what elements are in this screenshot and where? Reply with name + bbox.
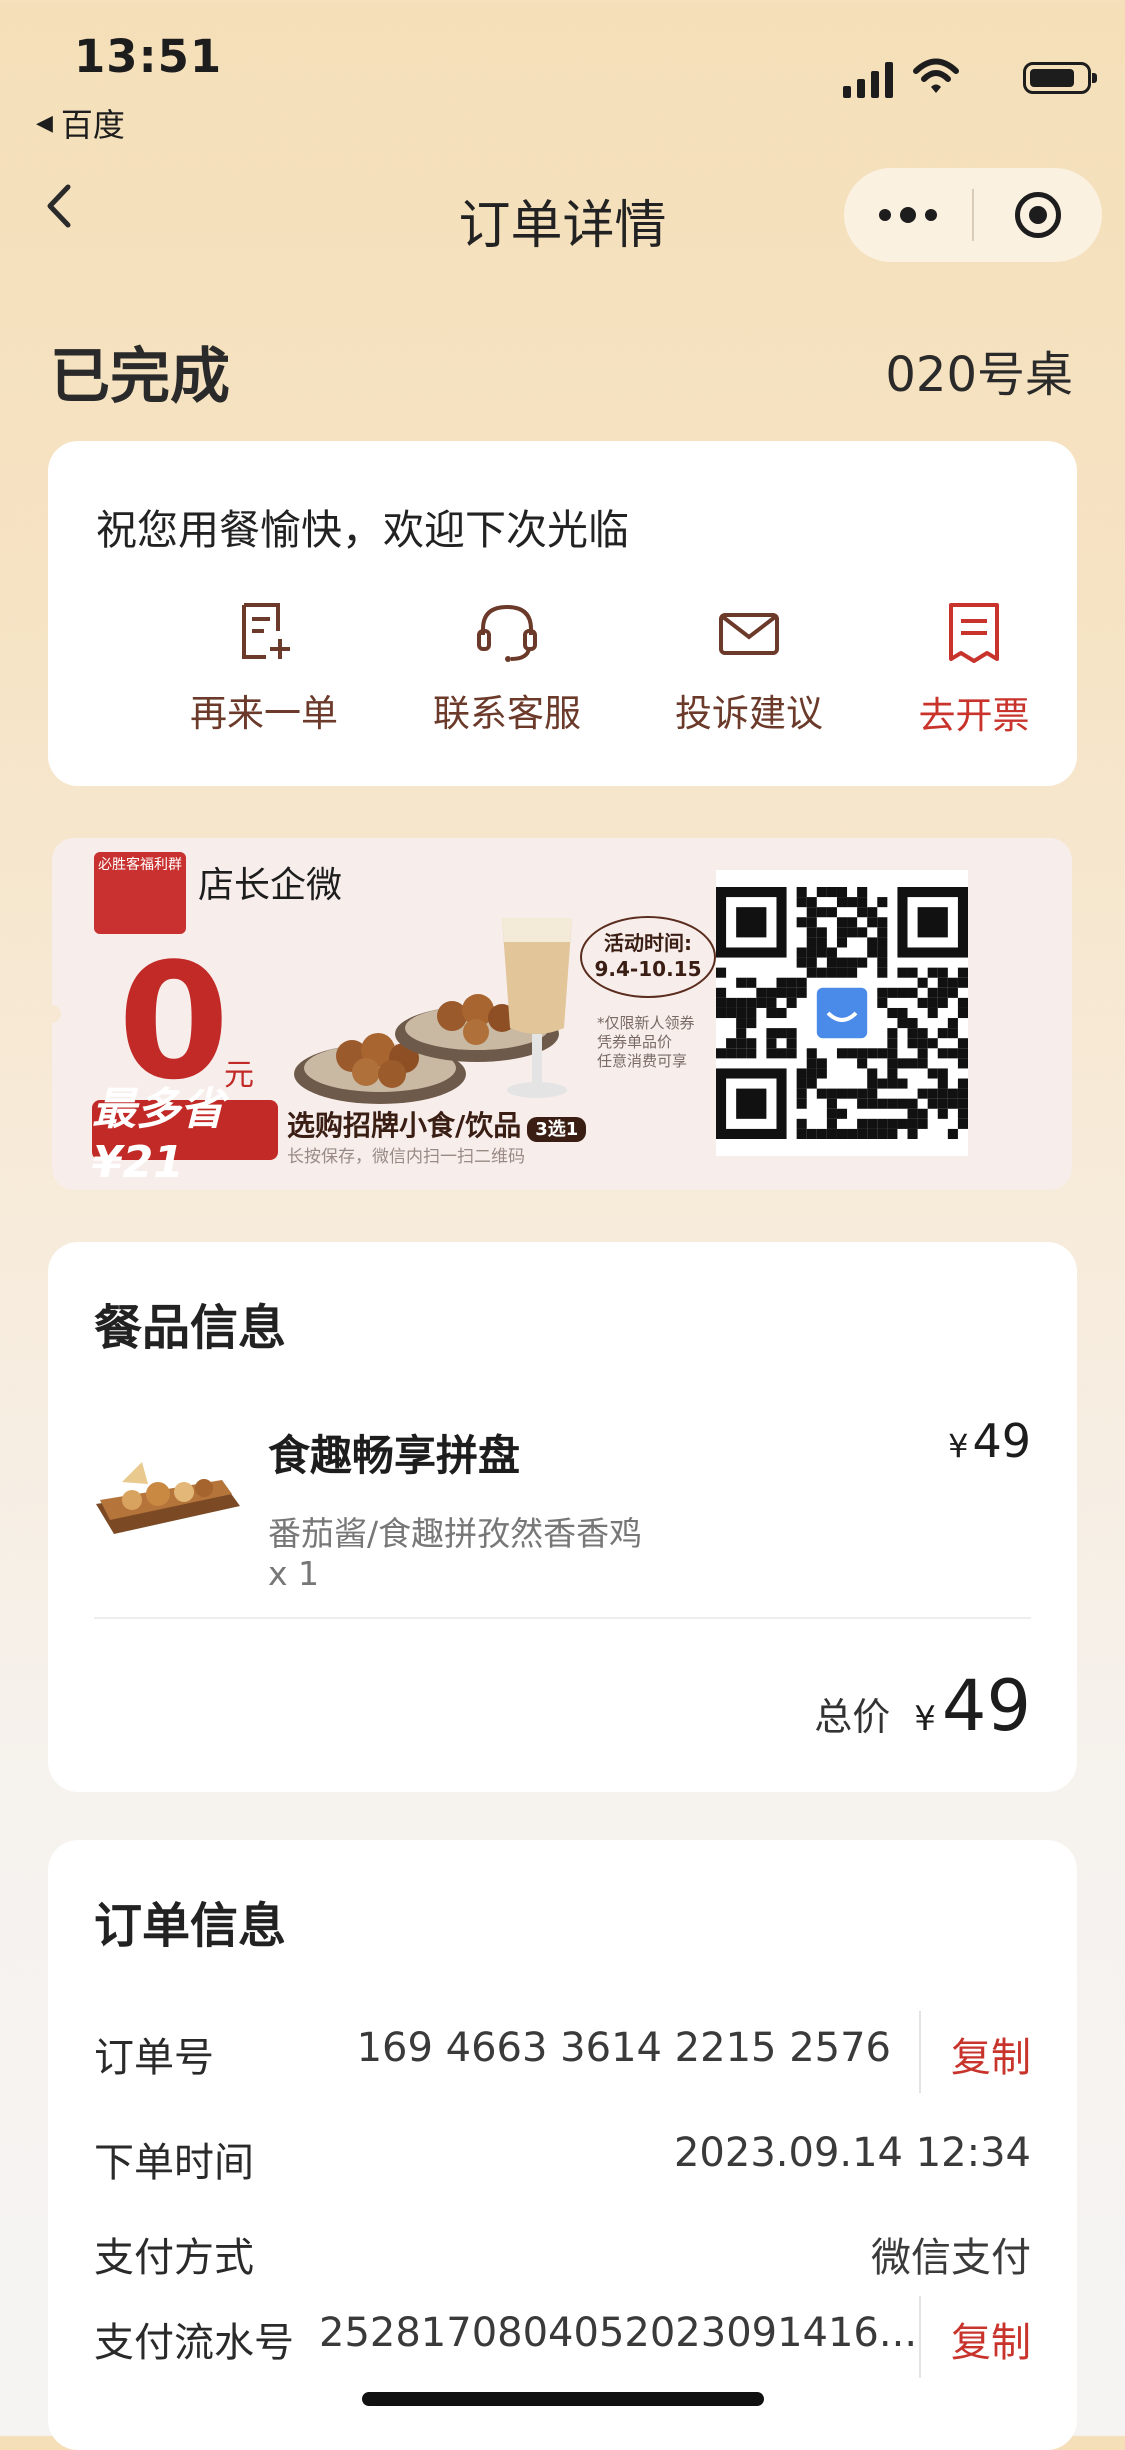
pay-method-label: 支付方式: [94, 2235, 254, 2281]
mail-icon: [719, 613, 779, 655]
table-number: 020号桌: [885, 347, 1073, 403]
reorder-label: 再来一单: [190, 692, 338, 735]
promo-pick-text: 选购招牌小食/饮品 3选1: [287, 1104, 587, 1144]
order-status: 已完成: [50, 342, 230, 412]
pay-serial-row: 支付流水号 2528170804052023091416... 复制: [94, 2296, 1031, 2378]
invoice-button[interactable]: 去开票: [874, 601, 1074, 739]
item-price: ¥49: [948, 1414, 1031, 1468]
greeting-text: 祝您用餐愉快，欢迎下次光临: [96, 506, 629, 554]
wifi-icon: [913, 58, 959, 93]
divider: [94, 1617, 1031, 1619]
back-app-label: 百度: [60, 106, 125, 144]
item-spec: 番茄酱/食趣拼孜然香香鸡: [268, 1514, 643, 1553]
order-time-value: 2023.09.14 12:34: [673, 2130, 1031, 2176]
activity-time-bubble: 活动时间: 9.4-10.15: [580, 916, 716, 998]
close-mini-program-button[interactable]: [974, 192, 1102, 238]
mini-program-capsule: [844, 168, 1102, 262]
pay-serial-value: 2528170804052023091416...: [319, 2310, 918, 2356]
promo-fine-print: *仅限新人领券 凭券单品价 任意消费可享: [597, 1014, 695, 1071]
greeting-card: 祝您用餐愉快，欢迎下次光临 再来一单 联系客服 投诉建议 去开票: [48, 441, 1077, 786]
pay-method-value: 微信支付: [871, 2235, 1031, 2281]
back-triangle-icon: ◀: [36, 110, 53, 136]
item-quantity: x 1: [268, 1554, 320, 1593]
divider: [919, 2011, 921, 2093]
order-info-heading: 订单信息: [94, 1898, 287, 1954]
currency-symbol: ¥: [914, 1699, 936, 1739]
promo-banner[interactable]: 必胜客福利群 店长企微 0 元 最多省¥21 选购招牌小食/饮品 3选1 长按保存…: [52, 838, 1072, 1190]
milk-tea-image: [502, 918, 572, 1098]
more-dot-icon: [925, 209, 937, 221]
complaint-button[interactable]: 投诉建议: [649, 601, 849, 737]
currency-symbol: ¥: [948, 1427, 969, 1465]
promo-hint: 长按保存，微信内扫一扫二维码: [287, 1147, 525, 1167]
signal-icon: [843, 62, 893, 98]
total-label: 总价: [814, 1695, 891, 1739]
order-number-value: 169 4663 3614 2215 2576: [356, 2025, 891, 2071]
item-thumbnail: [96, 1462, 240, 1534]
contact-service-button[interactable]: 联系客服: [407, 601, 607, 737]
divider: [919, 2296, 921, 2378]
promo-pick-badge: 3选1: [527, 1117, 587, 1142]
activity-time-label: 活动时间:: [604, 931, 692, 955]
promo-save-badge: 最多省¥21: [92, 1084, 278, 1188]
promo-pick-label: 选购招牌小食/饮品: [287, 1109, 522, 1142]
contact-service-label: 联系客服: [433, 692, 581, 735]
target-close-icon: [1015, 192, 1061, 238]
promo-title: 店长企微: [198, 865, 343, 906]
pay-serial-label: 支付流水号: [94, 2320, 294, 2366]
more-dot-icon: [879, 209, 891, 221]
complaint-label: 投诉建议: [675, 692, 823, 735]
more-button[interactable]: [844, 207, 972, 223]
item-price-value: 49: [972, 1414, 1031, 1468]
battery-icon: [1023, 62, 1097, 94]
order-time-label: 下单时间: [94, 2140, 254, 2186]
promo-group-tag: 必胜客福利群: [94, 852, 186, 934]
item-name: 食趣畅享拼盘: [268, 1431, 521, 1480]
items-heading: 餐品信息: [94, 1300, 287, 1356]
back-to-app-link[interactable]: ◀ 百度: [36, 100, 125, 146]
fine-print-line: *仅限新人领券: [597, 1014, 695, 1032]
copy-pay-serial-button[interactable]: 复制: [951, 2310, 1031, 2368]
order-time-row: 下单时间 2023.09.14 12:34: [94, 2130, 1031, 2190]
invoice-icon: [949, 603, 999, 663]
pay-method-row: 支付方式 微信支付: [94, 2225, 1031, 2285]
total-price: 总价 ¥ 49: [814, 1665, 1031, 1747]
fine-print-line: 任意消费可享: [597, 1052, 688, 1070]
order-number-label: 订单号: [94, 2035, 214, 2081]
headset-icon: [477, 604, 537, 662]
total-value: 49: [941, 1665, 1031, 1747]
more-dot-icon: [900, 207, 916, 223]
activity-time-dates: 9.4-10.15: [594, 957, 702, 981]
reorder-icon: [242, 603, 290, 659]
status-time: 13:51: [74, 30, 223, 83]
copy-order-number-button[interactable]: 复制: [951, 2025, 1031, 2083]
order-number-row: 订单号 169 4663 3614 2215 2576 复制: [94, 2011, 1031, 2093]
reorder-button[interactable]: 再来一单: [164, 601, 364, 737]
items-card: 餐品信息 食趣畅享拼盘 番茄酱/食趣拼孜然香香鸡 x 1 ¥49 总价 ¥ 49: [48, 1242, 1077, 1792]
order-info-card: 订单信息 订单号 169 4663 3614 2215 2576 复制 下单时间…: [48, 1840, 1077, 2450]
qr-code[interactable]: [716, 870, 968, 1156]
invoice-label: 去开票: [918, 694, 1030, 737]
fine-print-line: 凭券单品价: [597, 1033, 673, 1051]
home-indicator: [362, 2392, 764, 2406]
